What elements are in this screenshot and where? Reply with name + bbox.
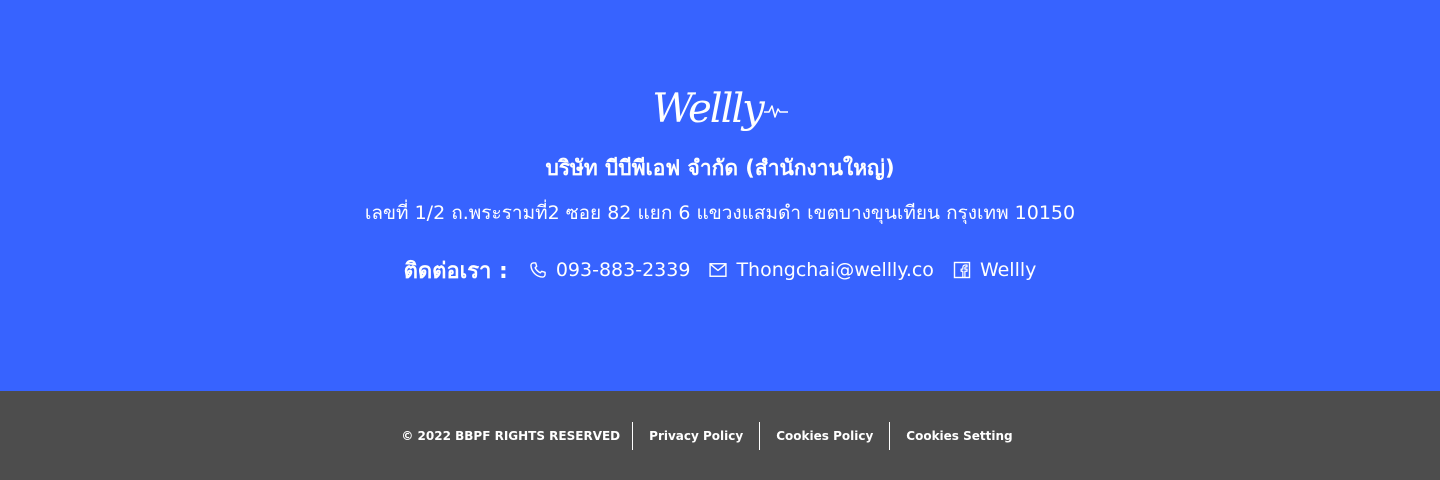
legal-links: © 2022 BBPF RIGHTS RESERVED Privacy Poli… (401, 421, 1028, 450)
logo-container: Wellly (0, 78, 1440, 140)
phone-link[interactable]: 093-883-2339 (528, 259, 691, 281)
facebook-name: Wellly (979, 259, 1037, 281)
phone-icon (530, 262, 546, 278)
copyright-text: © 2022 BBPF RIGHTS RESERVED (401, 428, 621, 443)
cookies-setting-link[interactable]: Cookies Setting (890, 422, 1028, 450)
wellly-logo[interactable]: Wellly (652, 89, 788, 129)
company-address: เลขที่ 1/2 ถ.พระรามที่2 ซอย 82 แยก 6 แขว… (364, 202, 1076, 224)
facebook-icon (953, 261, 971, 279)
email-link[interactable]: Thongchai@wellly.co (708, 259, 934, 281)
footer-page: Wellly บริษัท บีบีพีเอฟ จำกัด (สำนักงานใ… (0, 0, 1440, 480)
contact-row: ติดต่อเรา : 093-883-2339 Thongchai@welll… (0, 254, 1440, 286)
privacy-policy-link[interactable]: Privacy Policy (633, 422, 759, 450)
contact-section: Wellly บริษัท บีบีพีเอฟ จำกัด (สำนักงานใ… (0, 0, 1440, 391)
mail-icon (709, 263, 728, 277)
facebook-link[interactable]: Wellly (952, 259, 1036, 281)
company-name: บริษัท บีบีพีเอฟ จำกัด (สำนักงานใหญ่) (545, 156, 895, 180)
legal-bar: © 2022 BBPF RIGHTS RESERVED Privacy Poli… (0, 391, 1440, 480)
contact-label: ติดต่อเรา : (403, 258, 508, 284)
email-address: Thongchai@wellly.co (736, 259, 934, 281)
logo-text: Wellly (652, 86, 764, 132)
phone-number: 093-883-2339 (555, 259, 691, 281)
cookies-policy-link[interactable]: Cookies Policy (760, 422, 889, 450)
pulse-icon (763, 105, 788, 118)
